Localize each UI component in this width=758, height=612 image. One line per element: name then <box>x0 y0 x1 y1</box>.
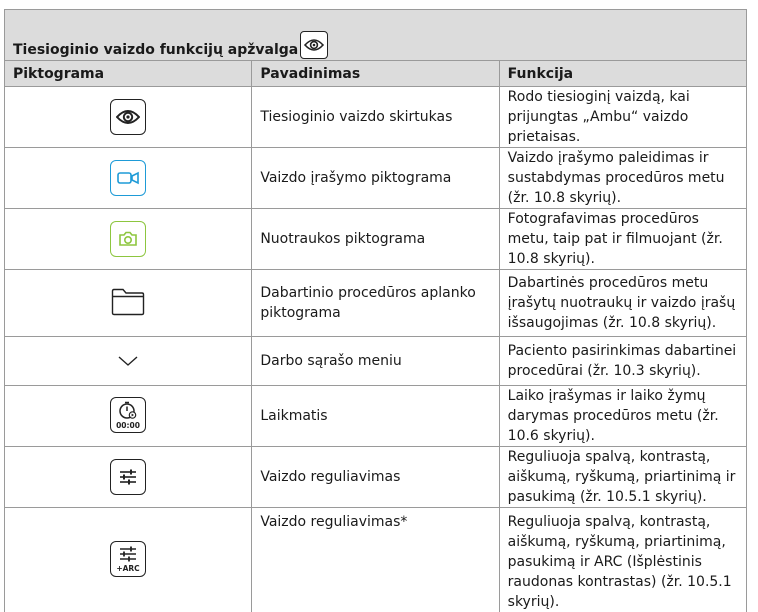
name-cell: Nuotraukos piktograma <box>252 209 499 270</box>
icon-cell: +ARC <box>5 508 252 612</box>
sliders-arc-icon: +ARC <box>110 541 146 577</box>
table-row: 00:00 Laikmatis Laiko įrašymas ir laiko … <box>5 386 747 447</box>
column-header-icon: Piktograma <box>5 61 252 87</box>
icon-cell <box>5 148 252 209</box>
arc-icon-text: +ARC <box>116 564 140 573</box>
timer-icon-text: 00:00 <box>116 421 140 430</box>
name-cell: Vaizdo įrašymo piktograma <box>252 148 499 209</box>
eye-icon <box>300 31 328 59</box>
table-caption: Tiesioginio vaizdo funkcijų apžvalga <box>5 10 747 61</box>
sliders-icon <box>110 459 146 495</box>
function-cell: Fotografavimas procedūros metu, taip pat… <box>499 209 746 270</box>
eye-icon <box>110 99 146 135</box>
table-row: +ARC Vaizdo reguliavimas* Reguliuoja spa… <box>5 508 747 612</box>
icon-cell <box>5 337 252 386</box>
function-cell: Vaizdo įrašymo paleidimas ir sustabdymas… <box>499 148 746 209</box>
function-cell: Reguliuoja spalvą, kontrastą, aiškumą, r… <box>499 447 746 508</box>
camera-icon <box>110 221 146 257</box>
icon-cell: 00:00 <box>5 386 252 447</box>
table-row: Nuotraukos piktograma Fotografavimas pro… <box>5 209 747 270</box>
function-cell: Rodo tiesioginį vaizdą, kai prijungtas „… <box>499 87 746 148</box>
icon-cell <box>5 209 252 270</box>
table-caption-text: Tiesioginio vaizdo funkcijų apžvalga <box>13 40 298 60</box>
table-row: Darbo sąrašo meniu Paciento pasirinkimas… <box>5 337 747 386</box>
name-cell: Vaizdo reguliavimas* <box>252 508 499 612</box>
table-row: Vaizdo įrašymo piktograma Vaizdo įrašymo… <box>5 148 747 209</box>
name-cell: Dabartinio procedūros aplanko piktograma <box>252 270 499 337</box>
function-cell: Paciento pasirinkimas dabartinei procedū… <box>499 337 746 386</box>
name-cell: Vaizdo reguliavimas <box>252 447 499 508</box>
timer-icon: 00:00 <box>110 397 146 433</box>
name-cell: Tiesioginio vaizdo skirtukas <box>252 87 499 148</box>
chevron-down-icon <box>106 343 150 379</box>
function-cell: Reguliuoja spalvą, kontrastą, aiškumą, r… <box>499 508 746 612</box>
name-cell: Laikmatis <box>252 386 499 447</box>
video-camera-icon <box>110 160 146 196</box>
folder-icon <box>106 284 150 320</box>
function-cell: Laiko įrašymas ir laiko žymų darymas pro… <box>499 386 746 447</box>
icon-cell <box>5 447 252 508</box>
icon-cell <box>5 270 252 337</box>
name-cell: Darbo sąrašo meniu <box>252 337 499 386</box>
live-view-features-table: Tiesioginio vaizdo funkcijų apžvalga Pik… <box>4 9 747 612</box>
icon-cell <box>5 87 252 148</box>
function-cell: Dabartinės procedūros metu įrašytų nuotr… <box>499 270 746 337</box>
column-header-function: Funkcija <box>499 61 746 87</box>
table-caption-row: Tiesioginio vaizdo funkcijų apžvalga <box>5 10 747 61</box>
table-row: Vaizdo reguliavimas Reguliuoja spalvą, k… <box>5 447 747 508</box>
column-header-name: Pavadinimas <box>252 61 499 87</box>
table-row: Dabartinio procedūros aplanko piktograma… <box>5 270 747 337</box>
table-header-row: Piktograma Pavadinimas Funkcija <box>5 61 747 87</box>
table-row: Tiesioginio vaizdo skirtukas Rodo tiesio… <box>5 87 747 148</box>
